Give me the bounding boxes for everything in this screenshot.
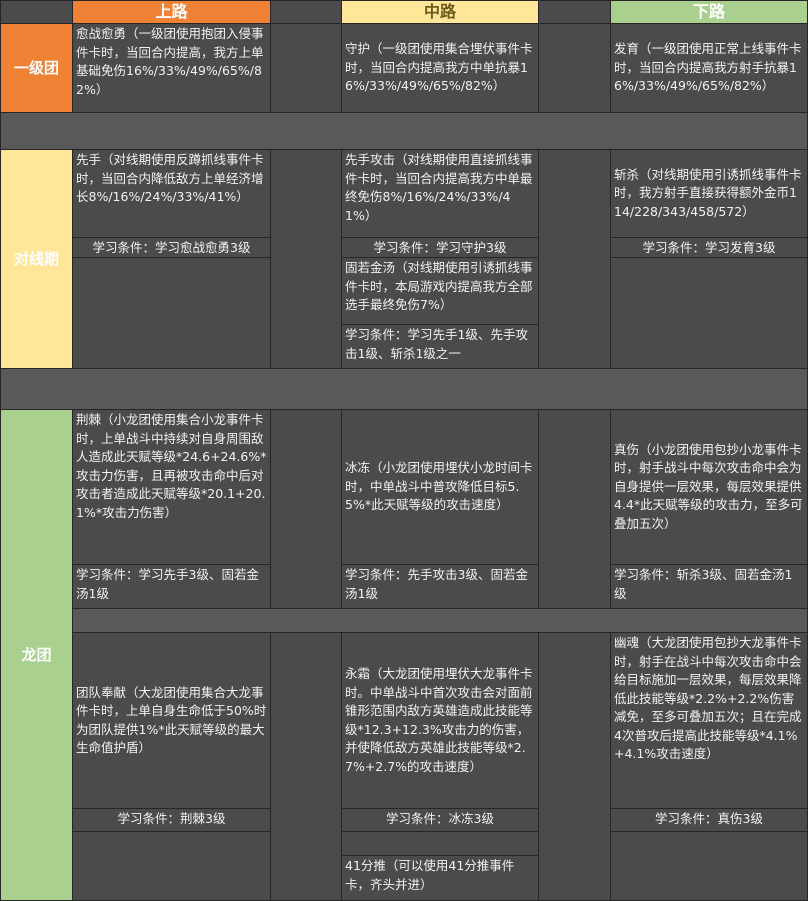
talent-top-laning: 先手（对线期使用反蹲抓线事件卡时，当回合内降低敌方上单经济增长8%/16%/24… bbox=[72, 149, 271, 238]
requirement-mid-laning: 学习条件：学习守护3级 bbox=[341, 237, 539, 258]
talent-bot-laning: 斩杀（对线期使用引诱抓线事件卡时，我方射手直接获得额外金币114/228/343… bbox=[610, 149, 808, 238]
requirement-mid-dragon1: 学习条件：先手攻击3级、固若金汤1级 bbox=[341, 564, 539, 609]
talent-mid-dragon1: 冰冻（小龙团使用埋伏小龙时间卡时，中单战斗中普攻降低目标5.5%*此天赋等级的攻… bbox=[341, 409, 539, 565]
spacer-cell bbox=[270, 149, 342, 369]
talent-mid-laning: 先手攻击（对线期使用直接抓线事件卡时，当回合内提高我方中单最终免伤8%/16%/… bbox=[341, 149, 539, 238]
category-dragon: 龙团 bbox=[0, 409, 73, 901]
talent-text: 真伤（小龙团使用包抄小龙事件卡时，射手战斗中每次攻击命中会为自身提供一层效果，每… bbox=[614, 441, 803, 531]
talent-text: 守护（一级团使用集合埋伏事件卡时，当回合内提高我方中单抗暴16%/33%/49%… bbox=[345, 41, 533, 94]
requirement-top-dragon2: 学习条件：荆棘3级 bbox=[72, 808, 271, 832]
requirement-bot-dragon2: 学习条件：真伤3级 bbox=[610, 808, 808, 832]
spacer-cell bbox=[538, 632, 611, 901]
requirement-top-laning: 学习条件：学习愈战愈勇3级 bbox=[72, 237, 271, 258]
separator-band bbox=[0, 368, 808, 410]
spacer-cell bbox=[538, 0, 611, 24]
category-tier1: 一级团 bbox=[0, 23, 73, 113]
empty-cell bbox=[72, 831, 271, 901]
talent-sheet: 上路 中路 下路 一级团 愈战愈勇（一级团使用抱团入侵事件卡时，当回合内提高，我… bbox=[0, 0, 808, 901]
separator-band bbox=[72, 608, 808, 633]
talent-top-dragon1: 荆棘（小龙团使用集合小龙事件卡时，上单战斗中持续对自身周围敌人造成此天赋等级*2… bbox=[72, 409, 271, 565]
spacer-cell bbox=[538, 23, 611, 113]
requirement-mid-dragon2: 学习条件：冰冻3级 bbox=[341, 808, 539, 832]
talent-mid-dragon2: 永霜（大龙团使用埋伏大龙事件卡时。中单战斗中首次攻击会对面前锥形范围内敌方英雄造… bbox=[341, 632, 539, 809]
empty-cell bbox=[610, 257, 808, 369]
empty-cell bbox=[341, 831, 539, 856]
talent-text: 团队奉献（大龙团使用集合大龙事件卡时，上单自身生命低于50%时为团队提供1%*此… bbox=[76, 684, 267, 756]
spacer-cell bbox=[538, 149, 611, 369]
requirement-bot-dragon1: 学习条件：斩杀3级、固若金汤1级 bbox=[610, 564, 808, 609]
empty-cell bbox=[610, 831, 808, 901]
spacer-cell bbox=[270, 0, 342, 24]
category-laning: 对线期 bbox=[0, 149, 73, 369]
spacer-cell bbox=[270, 409, 342, 609]
requirement-mid-laning-2: 学习条件：学习先手1级、先手攻击1级、斩杀1级之一 bbox=[341, 324, 539, 369]
talent-text: 永霜（大龙团使用埋伏大龙事件卡时。中单战斗中首次攻击会对面前锥形范围内敌方英雄造… bbox=[345, 666, 533, 774]
empty-cell bbox=[72, 257, 271, 369]
header-bot-lane: 下路 bbox=[610, 0, 808, 24]
talent-text: 发育（一级团使用正常上线事件卡时，当回合内提高我方射手抗暴16%/33%/49%… bbox=[614, 41, 802, 94]
talent-mid-laning-2: 固若金汤（对线期使用引诱抓线事件卡时，本局游戏内提高我方全部选手最终免伤7%） bbox=[341, 257, 539, 325]
spacer-cell bbox=[270, 23, 342, 113]
talent-bot-tier1: 发育（一级团使用正常上线事件卡时，当回合内提高我方射手抗暴16%/33%/49%… bbox=[610, 23, 808, 113]
talent-top-tier1: 愈战愈勇（一级团使用抱团入侵事件卡时，当回合内提高，我方上单基础免伤16%/33… bbox=[72, 23, 271, 113]
spacer-cell bbox=[270, 632, 342, 901]
talent-mid-tier1: 守护（一级团使用集合埋伏事件卡时，当回合内提高我方中单抗暴16%/33%/49%… bbox=[341, 23, 539, 113]
separator-band bbox=[0, 112, 808, 150]
talent-top-dragon2: 团队奉献（大龙团使用集合大龙事件卡时，上单自身生命低于50%时为团队提供1%*此… bbox=[72, 632, 271, 809]
header-top-lane: 上路 bbox=[72, 0, 271, 24]
corner-cell bbox=[0, 0, 73, 24]
talent-text: 冰冻（小龙团使用埋伏小龙时间卡时，中单战斗中普攻降低目标5.5%*此天赋等级的攻… bbox=[345, 460, 533, 513]
requirement-bot-laning: 学习条件：学习发育3级 bbox=[610, 237, 808, 258]
spacer-cell bbox=[538, 409, 611, 609]
requirement-top-dragon1: 学习条件：学习先手3级、固若金汤1级 bbox=[72, 564, 271, 609]
header-mid-lane: 中路 bbox=[341, 0, 539, 24]
talent-text: 斩杀（对线期使用引诱抓线事件卡时，我方射手直接获得额外金币114/228/343… bbox=[614, 166, 802, 219]
talent-mid-dragon3: 41分推（可以使用41分推事件卡，齐头并进） bbox=[341, 855, 539, 901]
talent-bot-dragon1: 真伤（小龙团使用包抄小龙事件卡时，射手战斗中每次攻击命中会为自身提供一层效果，每… bbox=[610, 409, 808, 565]
talent-bot-dragon2: 幽魂（大龙团使用包抄大龙事件卡时，射手在战斗中每次攻击命中会给目标施加一层效果，… bbox=[610, 632, 808, 809]
